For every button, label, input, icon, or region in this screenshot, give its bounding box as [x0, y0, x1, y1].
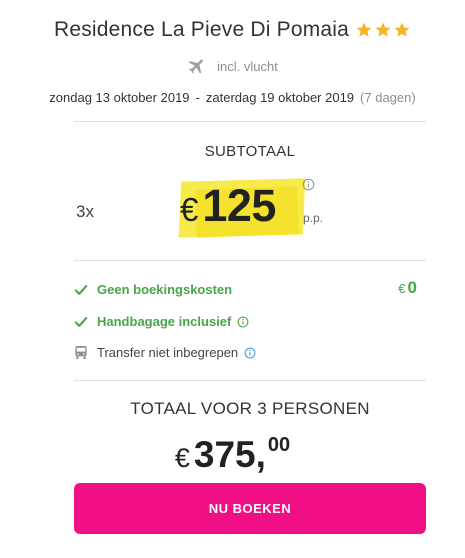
total-label: TOTAAL VOOR 3 PERSONEN [130, 399, 370, 418]
price-value: 125 [202, 180, 276, 231]
total-price: € 375, 00 [0, 434, 465, 476]
date-separator: - [195, 90, 200, 105]
travel-dates: zondag 13 oktober 2019- zaterdag 19 oktob… [0, 90, 465, 105]
currency-symbol: € [174, 443, 190, 473]
feature-hand-luggage: Handbagage inclusief [74, 314, 249, 329]
divider [74, 380, 426, 381]
trip-duration: (7 dagen) [360, 90, 416, 105]
feature-transfer: Transfer niet inbegrepen [74, 345, 256, 360]
subtotal-label: SUBTOTAAL [204, 143, 296, 160]
feature-label: Transfer niet inbegrepen [97, 345, 239, 360]
price-per-person: € 125 [180, 180, 276, 232]
currency-symbol: € [180, 191, 199, 228]
bus-icon [75, 345, 87, 360]
flight-text: incl. vlucht [217, 58, 278, 74]
star-icon [394, 22, 410, 37]
feature-label: Geen boekingskosten [97, 282, 233, 297]
star-rating [355, 21, 411, 39]
currency-symbol: € [398, 281, 406, 296]
feature-label: Handbagage inclusief [97, 314, 232, 329]
divider [74, 121, 426, 122]
fee-value: 0 [407, 278, 417, 297]
hotel-title-row: Residence La Pieve Di Pomaia [0, 18, 465, 42]
plane-icon [188, 59, 204, 74]
info-icon[interactable] [237, 316, 249, 328]
book-now-button[interactable]: NU BOEKEN [74, 483, 426, 534]
start-date: zondag 13 oktober 2019 [49, 90, 190, 105]
star-icon [375, 22, 391, 37]
info-icon[interactable] [302, 178, 315, 191]
end-date: zaterdag 19 oktober 2019 [205, 90, 355, 105]
total-cents: 00 [267, 434, 291, 456]
divider [74, 260, 426, 261]
star-icon [356, 22, 372, 37]
check-icon [74, 284, 88, 295]
hotel-name: Residence La Pieve Di Pomaia [53, 18, 350, 41]
booking-fee-amount: € 0 [398, 278, 417, 298]
flight-included-row: incl. vlucht [0, 56, 465, 76]
feature-no-booking-fee: Geen boekingskosten [74, 282, 232, 297]
person-count: 3x [76, 202, 94, 221]
total-amount: 375, [193, 434, 266, 475]
per-person-label: p.p. [303, 211, 324, 225]
check-icon [74, 316, 88, 327]
info-icon[interactable] [244, 347, 256, 359]
